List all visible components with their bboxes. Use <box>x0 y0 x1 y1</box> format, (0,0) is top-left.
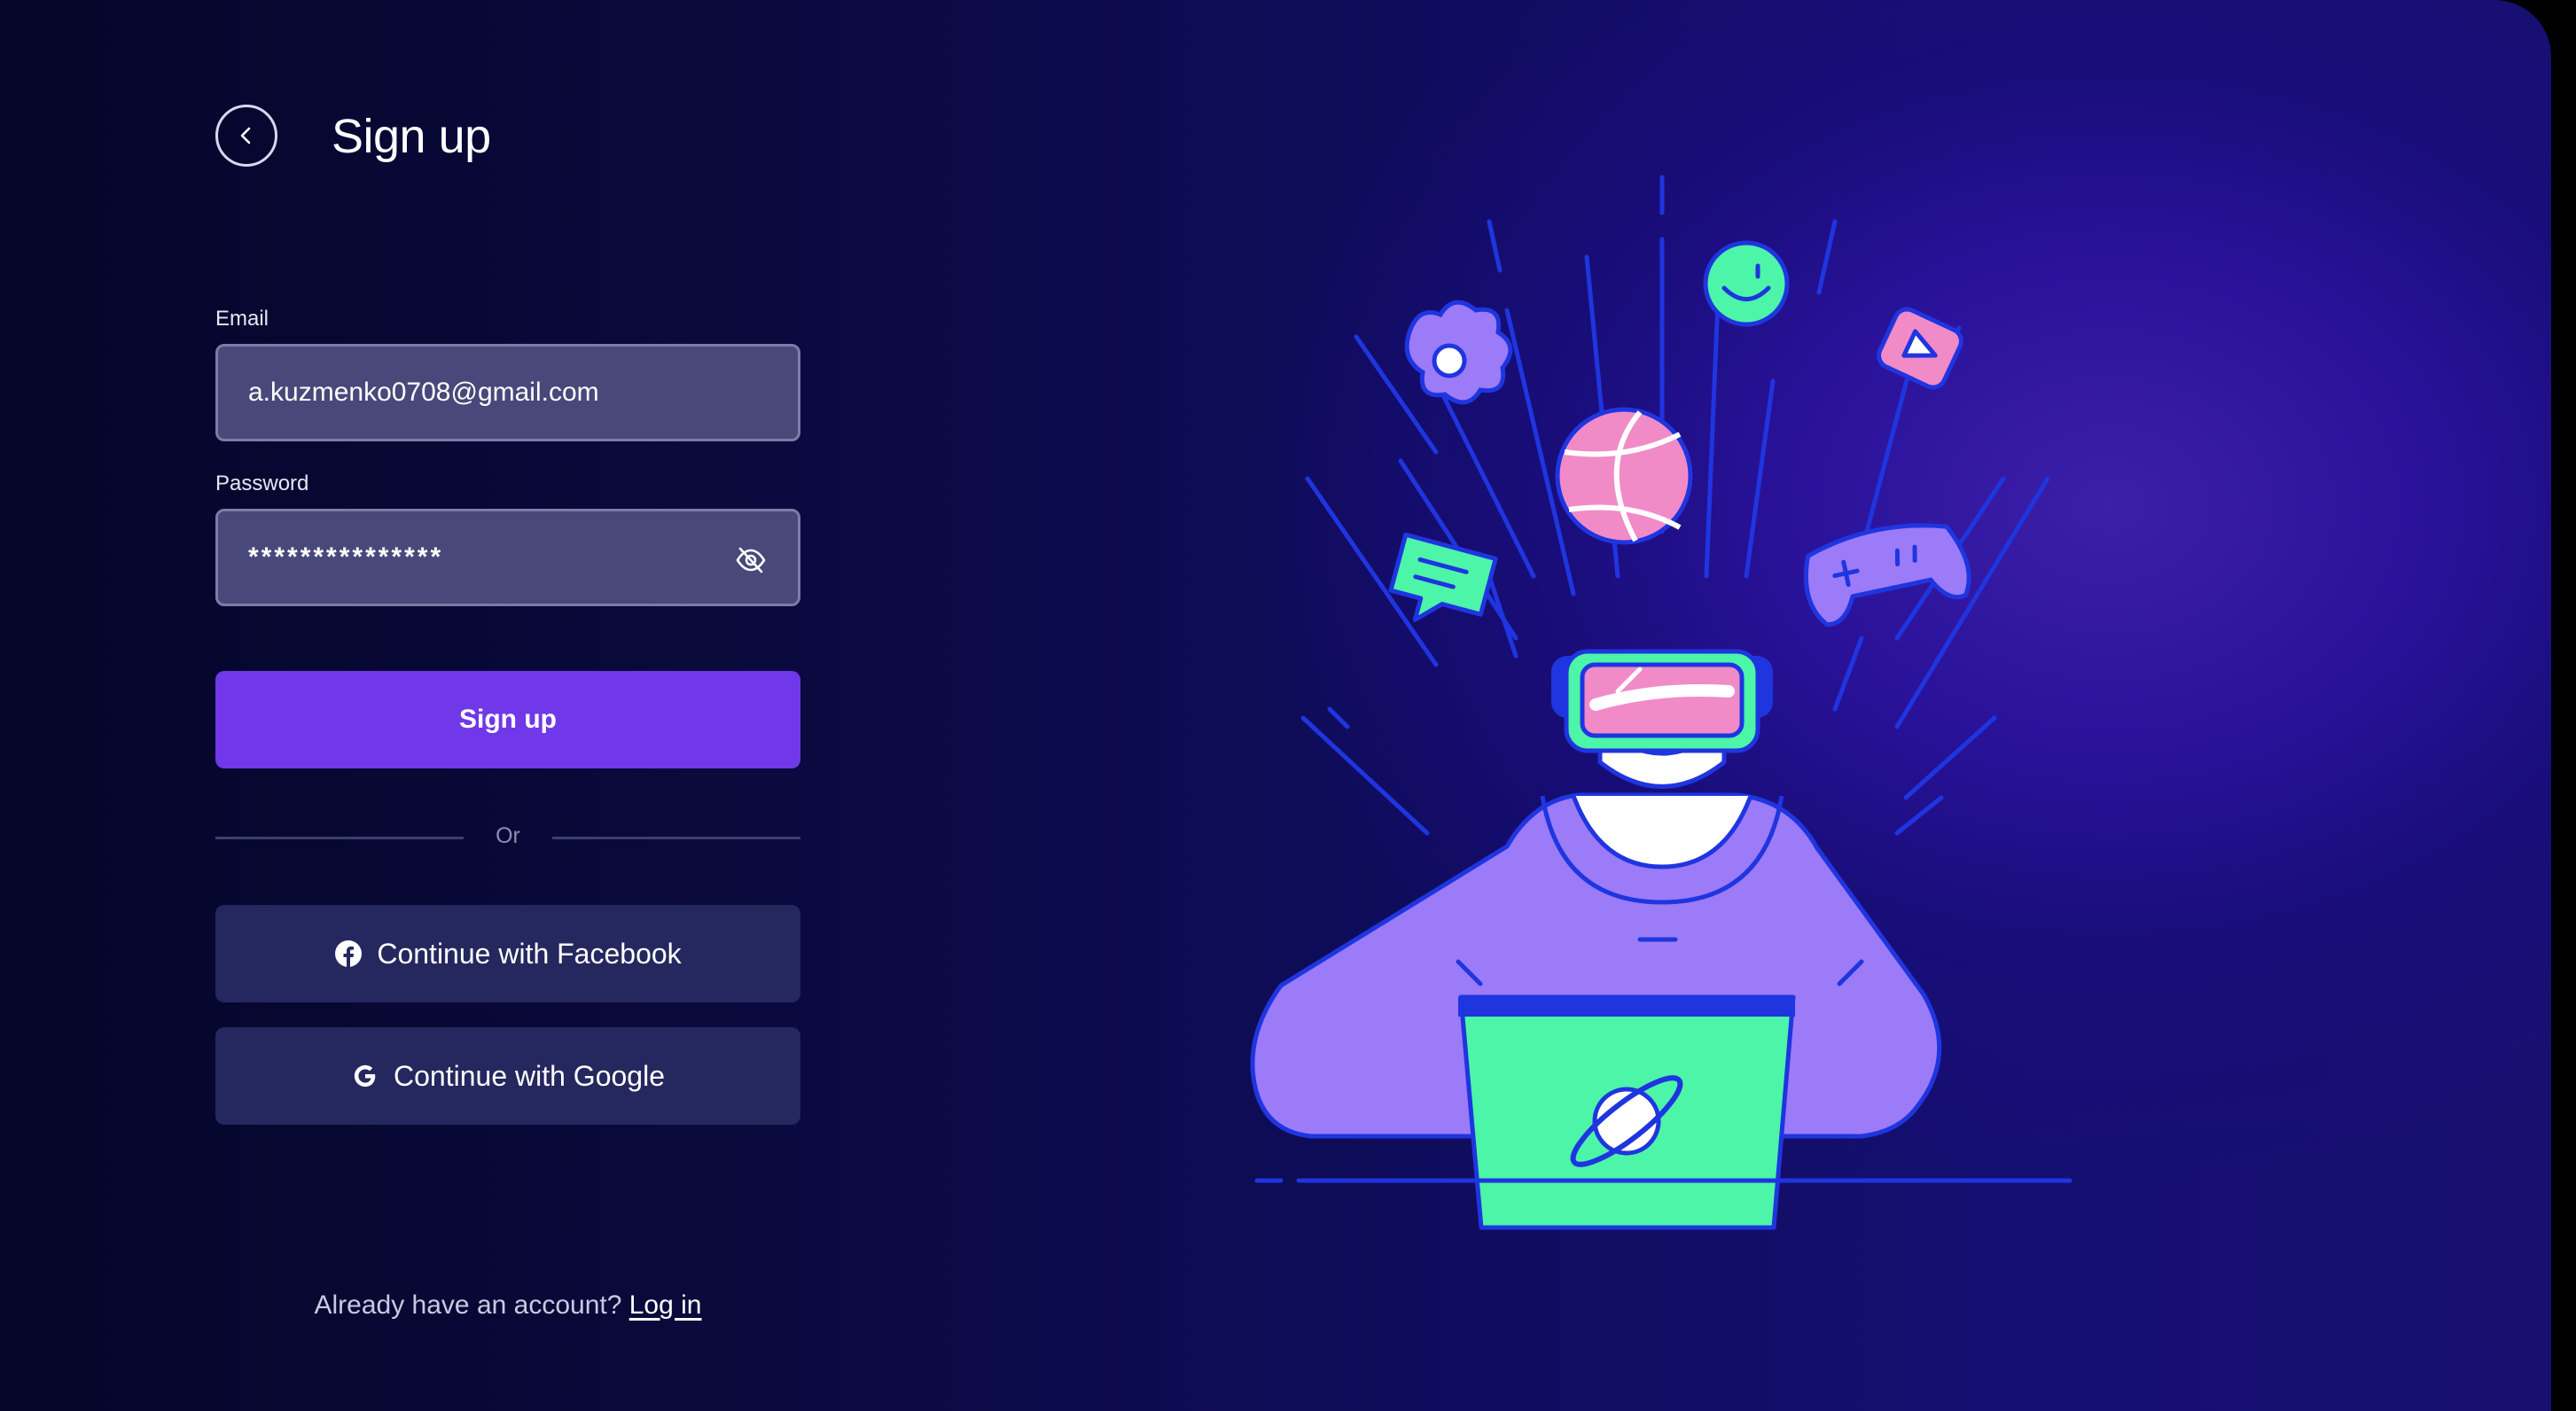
password-value: *************** <box>248 542 444 572</box>
chevron-left-icon <box>240 127 251 144</box>
globe-icon <box>1555 407 1693 545</box>
eye-off-icon <box>736 547 766 573</box>
password-label: Password <box>215 472 309 495</box>
page-title: Sign up <box>332 110 491 163</box>
play-icon <box>1877 307 1963 390</box>
flower-icon <box>1404 300 1513 405</box>
back-button[interactable] <box>215 105 277 167</box>
divider-line-right <box>552 837 800 839</box>
login-prompt: Already have an account? Log in <box>215 1290 800 1321</box>
google-button-label: Continue with Google <box>394 1059 665 1092</box>
email-input[interactable] <box>248 378 709 408</box>
password-field[interactable]: *************** <box>215 509 800 606</box>
vr-user-illustration <box>1250 175 2073 1230</box>
gamepad-icon <box>1803 523 1971 628</box>
sign-up-button[interactable]: Sign up <box>215 671 800 768</box>
continue-with-facebook-button[interactable]: Continue with Facebook <box>215 905 800 1002</box>
google-icon <box>351 1062 379 1090</box>
chat-icon <box>1388 532 1498 622</box>
smiley-icon <box>1703 240 1790 327</box>
laptop <box>1458 994 1796 1230</box>
continue-with-google-button[interactable]: Continue with Google <box>215 1027 800 1125</box>
login-prompt-text: Already have an account? <box>314 1290 629 1320</box>
divider-line-left <box>215 837 464 839</box>
password-visibility-toggle[interactable] <box>734 543 768 577</box>
log-in-link[interactable]: Log in <box>629 1290 702 1320</box>
signup-screen: Sign up Email Password *************** S… <box>0 0 2551 1411</box>
facebook-icon <box>334 939 363 968</box>
divider-or-label: Or <box>496 823 520 848</box>
email-label: Email <box>215 307 269 331</box>
facebook-button-label: Continue with Facebook <box>377 937 682 970</box>
vr-headset <box>1551 649 1773 789</box>
email-field[interactable] <box>215 344 800 441</box>
